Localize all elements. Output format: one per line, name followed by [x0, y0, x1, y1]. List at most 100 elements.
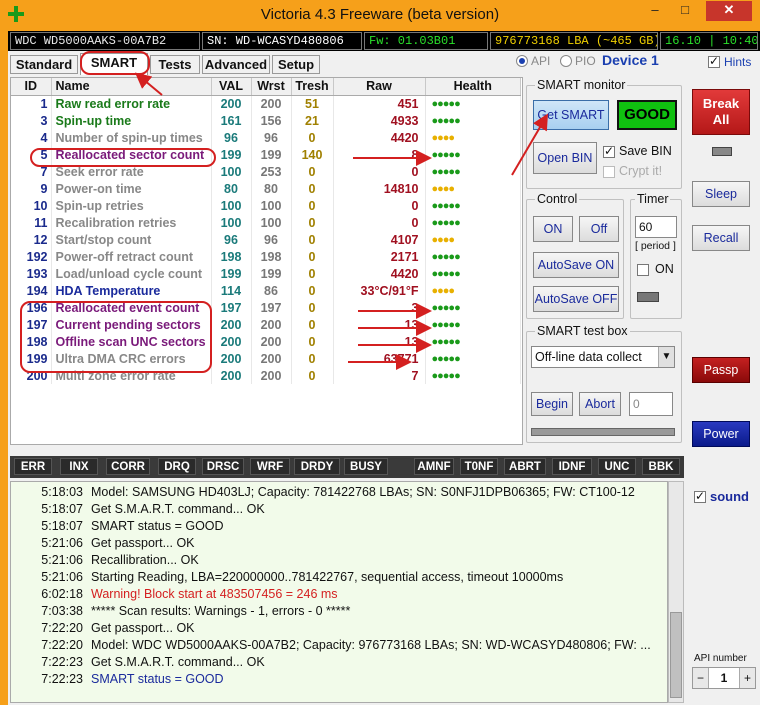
table-row[interactable]: 192 Power-off retract count 198 198 0 2171 ●●●… [11, 248, 521, 265]
control-off-button[interactable]: Off [579, 216, 619, 242]
cell-tresh: 0 [291, 163, 334, 180]
close-button[interactable]: ✕ [706, 1, 752, 21]
cell-name: Number of spin-up times [51, 129, 212, 146]
api-radio[interactable] [516, 55, 528, 67]
cell-tresh: 0 [291, 299, 334, 316]
cell-health: ●●●●● [425, 146, 521, 163]
indicator-corr: CORR [106, 458, 150, 475]
cell-tresh: 0 [291, 197, 334, 214]
table-row[interactable]: 194 HDA Temperature 114 86 0 33°C/91°F ●●●● [11, 282, 521, 299]
decrement-button[interactable]: − [693, 668, 709, 688]
test-progress-input[interactable]: 0 [629, 392, 673, 416]
device-label[interactable]: Device 1 [602, 52, 659, 68]
recall-button[interactable]: Recall [692, 225, 750, 251]
cell-health: ●●●●● [425, 333, 521, 350]
table-row[interactable]: 4 Number of spin-up times 96 96 0 4420 ●●●● [11, 129, 521, 146]
indicator-t0nf: T0NF [460, 458, 498, 475]
tab-standard[interactable]: Standard [10, 55, 78, 74]
cell-tresh: 140 [291, 146, 334, 163]
log-line: 7:22:23 SMART status = GOOD [11, 671, 667, 688]
sleep-button[interactable]: Sleep [692, 181, 750, 207]
test-type-select[interactable]: Off-line data collect ▼ [531, 346, 675, 368]
cell-wrst: 200 [251, 350, 292, 367]
cell-name: Start/stop count [51, 231, 212, 248]
cell-raw: 0 [333, 197, 426, 214]
timer-on-checkbox[interactable] [637, 264, 649, 276]
cell-wrst: 100 [251, 214, 292, 231]
clock-display: 16.10 | 10:40:0 [660, 32, 758, 50]
autosave-on-button[interactable]: AutoSave ON [533, 252, 619, 278]
pio-radio[interactable] [560, 55, 572, 67]
table-row[interactable]: 3 Spin-up time 161 156 21 4933 ●●●●● [11, 112, 521, 129]
timer-input[interactable]: 60 [635, 216, 677, 238]
log-line: 5:18:07 Get S.M.A.R.T. command... OK [11, 501, 667, 518]
cell-wrst: 200 [251, 333, 292, 350]
cell-health: ●●●●● [425, 112, 521, 129]
passp-button[interactable]: Passp [692, 357, 750, 383]
tab-setup[interactable]: Setup [272, 55, 320, 74]
control-on-button[interactable]: ON [533, 216, 573, 242]
break-all-button[interactable]: Break All [692, 89, 750, 135]
log-message: Get passport... OK [91, 536, 195, 550]
tab-tests[interactable]: Tests [150, 55, 200, 74]
cell-name: Raw read error rate [51, 95, 212, 112]
api-number-stepper[interactable]: − 1 + [692, 667, 756, 689]
smart-table: ID Name VAL Wrst Tresh Raw Health 1 Raw r… [10, 77, 523, 445]
test-progress-bar [531, 428, 675, 436]
table-row[interactable]: 11 Recalibration retries 100 100 0 0 ●●●●● [11, 214, 521, 231]
cell-health: ●●●●● [425, 265, 521, 282]
cell-wrst: 86 [251, 282, 292, 299]
chevron-down-icon[interactable]: ▼ [658, 347, 674, 367]
sound-checkbox[interactable] [694, 489, 706, 503]
title-bar: Victoria 4.3 Freeware (beta version) – □… [0, 0, 760, 30]
table-row[interactable]: 1 Raw read error rate 200 200 51 451 ●●●●● [11, 95, 521, 112]
cell-wrst: 80 [251, 180, 292, 197]
hints-label: Hints [724, 55, 752, 69]
hints-checkbox[interactable] [708, 54, 720, 68]
begin-button[interactable]: Begin [531, 392, 573, 416]
table-row[interactable]: 9 Power-on time 80 80 0 14810 ●●●● [11, 180, 521, 197]
power-button[interactable]: Power [692, 421, 750, 447]
cell-tresh: 0 [291, 129, 334, 146]
col-wrst: Wrst [251, 78, 292, 96]
cell-raw: 3 [333, 299, 426, 316]
cell-tresh: 51 [291, 95, 334, 112]
log-message: Warning! Block start at 483507456 = 246 … [91, 587, 338, 601]
crypt-checkbox[interactable] [603, 166, 615, 178]
cell-health: ●●●●● [425, 95, 521, 112]
api-number-value[interactable]: 1 [709, 668, 739, 688]
autosave-off-button[interactable]: AutoSave OFF [533, 286, 619, 312]
log-line: 5:18:03 Model: SAMSUNG HD403LJ; Capacity:… [11, 484, 667, 501]
table-row[interactable]: 12 Start/stop count 96 96 0 4107 ●●●● [11, 231, 521, 248]
log-message: Model: SAMSUNG HD403LJ; Capacity: 781422… [91, 485, 635, 499]
log-time: 5:18:07 [41, 519, 83, 533]
drive-capacity: 976773168 LBA (~465 GB) [490, 32, 658, 50]
minimize-button[interactable]: – [642, 1, 668, 21]
cell-health: ●●●●● [425, 316, 521, 333]
save-bin-checkbox[interactable] [603, 144, 615, 158]
cell-raw: 4107 [333, 231, 426, 248]
maximize-button[interactable]: □ [672, 1, 698, 21]
cell-val: 200 [211, 367, 252, 384]
log-time: 5:21:06 [41, 536, 83, 550]
cell-raw: 8 [333, 146, 426, 163]
log-scroll-thumb[interactable] [670, 612, 682, 698]
get-smart-button[interactable]: Get SMART [533, 100, 609, 130]
right-panel: SMART monitor Get SMART GOOD Open BIN Sa… [526, 77, 684, 445]
table-header: ID Name VAL Wrst Tresh Raw Health [11, 78, 521, 96]
cell-id: 4 [11, 129, 52, 146]
tab-advanced[interactable]: Advanced [202, 55, 270, 74]
indicator-busy: BUSY [344, 458, 388, 475]
increment-button[interactable]: + [739, 668, 755, 688]
open-bin-button[interactable]: Open BIN [533, 142, 597, 174]
cell-wrst: 96 [251, 231, 292, 248]
log-scrollbar[interactable] [668, 481, 684, 703]
drive-model: WDC WD5000AAKS-00A7B2 [10, 32, 200, 50]
drive-info-bar: WDC WD5000AAKS-00A7B2 SN: WD-WCASYD48080… [8, 31, 760, 51]
table-row[interactable]: 10 Spin-up retries 100 100 0 0 ●●●●● [11, 197, 521, 214]
cell-wrst: 156 [251, 112, 292, 129]
abort-button[interactable]: Abort [579, 392, 621, 416]
cell-id: 9 [11, 180, 52, 197]
table-row[interactable]: 193 Load/unload cycle count 199 199 0 4420 ●●●… [11, 265, 521, 282]
cell-wrst: 200 [251, 367, 292, 384]
